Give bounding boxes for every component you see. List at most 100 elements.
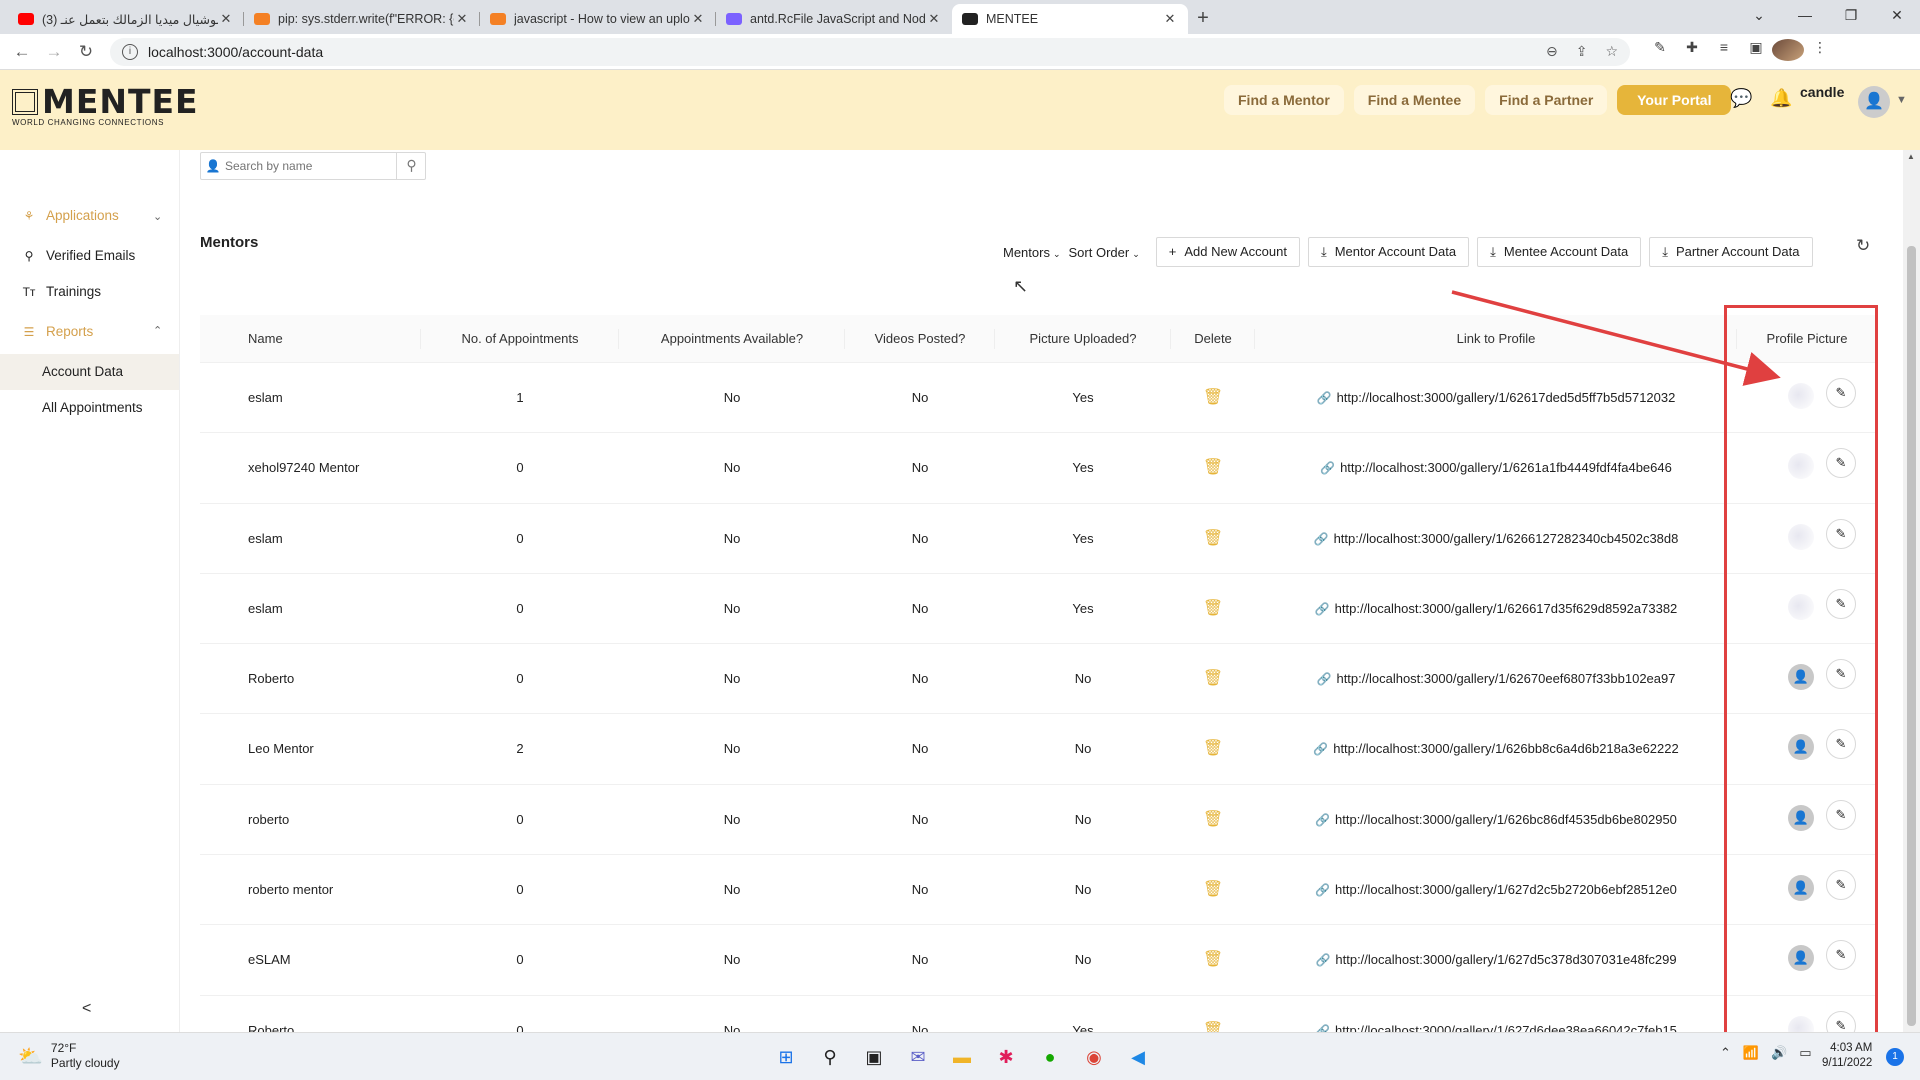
forward-icon[interactable]: →	[38, 42, 70, 62]
search-input[interactable]	[225, 159, 425, 173]
eyedropper-icon[interactable]: ✎	[1644, 39, 1676, 64]
profile-link[interactable]: http://localhost:3000/gallery/1/627d6dee…	[1335, 1023, 1677, 1032]
column-header-videos[interactable]: Videos Posted?	[846, 315, 994, 363]
browser-tab[interactable]: javascript - How to view an uplo ✕	[480, 4, 716, 34]
chevron-down-icon[interactable]: ⌄	[153, 210, 162, 223]
profile-link[interactable]: http://localhost:3000/gallery/1/627d2c5b…	[1335, 882, 1677, 897]
find-mentor-button[interactable]: Find a Mentor	[1224, 85, 1344, 115]
url-field[interactable]: i localhost:3000/account-data ⊖ ⇪ ☆	[110, 37, 1630, 66]
menu-icon[interactable]: ⋮	[1804, 39, 1836, 64]
mentee-logo[interactable]: MENTEE WORLD CHANGING CONNECTIONS	[12, 85, 199, 127]
bookmark-star-icon[interactable]: ☆	[1605, 43, 1618, 60]
slack-icon[interactable]: ✱	[990, 1041, 1022, 1073]
close-icon[interactable]: ✕	[690, 11, 706, 27]
mentee-account-data-button[interactable]: ⤓ Mentee Account Data	[1477, 237, 1642, 267]
battery-icon[interactable]: ▭	[1799, 1045, 1811, 1061]
collapse-sidebar-icon[interactable]: <	[82, 1000, 91, 1018]
delete-icon[interactable]: 🗑	[1203, 600, 1223, 617]
sort-order-dropdown[interactable]: Sort Order ⌄	[1069, 245, 1140, 260]
minimize-icon[interactable]: —	[1782, 0, 1828, 30]
delete-icon[interactable]: 🗑	[1203, 951, 1223, 968]
upwork-icon[interactable]: ●	[1034, 1041, 1066, 1073]
chrome-icon[interactable]: ◉	[1078, 1041, 1110, 1073]
search-icon[interactable]: ⚲	[814, 1041, 846, 1073]
delete-icon[interactable]: 🗑	[1203, 740, 1223, 757]
delete-icon[interactable]: 🗑	[1203, 459, 1223, 476]
sidebar-item-reports[interactable]: ☰ Reports	[22, 324, 94, 339]
refresh-icon[interactable]: ↻	[1856, 236, 1870, 256]
column-header-available[interactable]: Appointments Available?	[620, 315, 844, 363]
profile-avatar[interactable]	[1772, 39, 1804, 64]
delete-icon[interactable]: 🗑	[1203, 670, 1223, 687]
profile-link[interactable]: http://localhost:3000/gallery/1/626bc86d…	[1335, 812, 1677, 827]
partner-account-data-button[interactable]: ⤓ Partner Account Data	[1649, 237, 1813, 267]
mentor-account-data-button[interactable]: ⤓ Mentor Account Data	[1307, 237, 1470, 267]
sidebar-item-verified-emails[interactable]: ⚲ Verified Emails	[22, 248, 136, 263]
delete-icon[interactable]: 🗑	[1203, 1022, 1223, 1032]
close-icon[interactable]: ✕	[1162, 11, 1178, 27]
file-explorer-icon[interactable]: ▬	[946, 1041, 978, 1073]
extensions-icon[interactable]: ✚	[1676, 39, 1708, 64]
column-header-name[interactable]: Name	[200, 315, 380, 363]
close-icon[interactable]: ✕	[454, 11, 470, 27]
find-mentee-button[interactable]: Find a Mentee	[1353, 85, 1476, 115]
scrollbar-thumb[interactable]	[1907, 246, 1916, 1026]
sidepanel-icon[interactable]: ▣	[1740, 39, 1772, 64]
vscode-icon[interactable]: ◀	[1122, 1041, 1154, 1073]
task-view-icon[interactable]: ▣	[858, 1041, 890, 1073]
clock[interactable]: 4:03 AM 9/11/2022	[1822, 1041, 1872, 1071]
wifi-icon[interactable]: 📶	[1743, 1045, 1759, 1061]
zoom-icon[interactable]: ⊖	[1546, 43, 1558, 60]
chevron-up-icon[interactable]: ⌃	[1720, 1045, 1731, 1061]
sidebar-item-trainings[interactable]: Tт Trainings	[22, 284, 101, 299]
profile-link[interactable]: http://localhost:3000/gallery/1/62670eef…	[1336, 671, 1675, 686]
chevron-down-icon[interactable]: ▼	[1896, 94, 1907, 106]
sidebar-item-applications[interactable]: ⚘ Applications	[22, 208, 119, 223]
profile-link[interactable]: http://localhost:3000/gallery/1/62617ded…	[1337, 390, 1676, 405]
close-icon[interactable]: ✕	[218, 11, 234, 27]
user-avatar[interactable]: 👤	[1858, 86, 1890, 118]
teams-chat-icon[interactable]: ✉	[902, 1041, 934, 1073]
column-header-appointments[interactable]: No. of Appointments	[422, 315, 618, 363]
sidebar-item-all-appointments[interactable]: All Appointments	[0, 390, 179, 426]
browser-tab[interactable]: (3) سوشيال ميديا الزمالك بتعمل عنـ ✕	[8, 4, 244, 34]
delete-icon[interactable]: 🗑	[1203, 389, 1223, 406]
profile-link[interactable]: http://localhost:3000/gallery/1/6261a1fb…	[1340, 460, 1672, 475]
scroll-up-icon[interactable]: ▲	[1907, 152, 1915, 161]
search-button[interactable]: ⚲	[396, 152, 426, 180]
share-icon[interactable]: ⇪	[1576, 43, 1588, 60]
delete-icon[interactable]: 🗑	[1203, 811, 1223, 828]
browser-tab-active[interactable]: MENTEE ✕	[952, 4, 1188, 34]
role-filter-dropdown[interactable]: Mentors ⌄	[1003, 245, 1061, 260]
browser-tab[interactable]: pip: sys.stderr.write(f"ERROR: {ex ✕	[244, 4, 480, 34]
volume-icon[interactable]: 🔊	[1771, 1045, 1787, 1061]
add-new-account-button[interactable]: + Add New Account	[1155, 237, 1300, 267]
message-icon[interactable]: 💬	[1730, 88, 1752, 109]
column-header-picture-uploaded[interactable]: Picture Uploaded?	[996, 315, 1170, 363]
delete-icon[interactable]: 🗑	[1203, 881, 1223, 898]
back-icon[interactable]: ←	[6, 42, 38, 62]
browser-tab[interactable]: antd.RcFile JavaScript and Node.j ✕	[716, 4, 952, 34]
bell-icon[interactable]: 🔔	[1770, 88, 1792, 109]
find-partner-button[interactable]: Find a Partner	[1485, 85, 1608, 115]
page-scrollbar[interactable]: ▲	[1903, 150, 1920, 1032]
media-icon[interactable]: ≡	[1708, 39, 1740, 64]
sidebar-item-account-data[interactable]: Account Data	[0, 354, 179, 390]
profile-link[interactable]: http://localhost:3000/gallery/1/626617d3…	[1335, 601, 1678, 616]
notification-badge[interactable]: 1	[1886, 1048, 1904, 1066]
new-tab-button[interactable]: +	[1188, 4, 1218, 34]
profile-link[interactable]: http://localhost:3000/gallery/1/626bb8c6…	[1333, 741, 1679, 756]
windows-start-icon[interactable]: ⊞	[770, 1041, 802, 1073]
maximize-icon[interactable]: ❐	[1828, 0, 1874, 30]
weather-widget[interactable]: ⛅ 72°F Partly cloudy	[18, 1041, 120, 1071]
reload-icon[interactable]: ↻	[70, 42, 102, 62]
delete-icon[interactable]: 🗑	[1203, 530, 1223, 547]
username[interactable]: candle	[1800, 84, 1844, 100]
profile-link[interactable]: http://localhost:3000/gallery/1/627d5c37…	[1335, 952, 1676, 967]
your-portal-button[interactable]: Your Portal	[1617, 85, 1732, 115]
tab-search-icon[interactable]: ⌄	[1736, 0, 1782, 30]
close-icon[interactable]: ✕	[926, 11, 942, 27]
profile-link[interactable]: http://localhost:3000/gallery/1/62661272…	[1334, 531, 1679, 546]
site-info-icon[interactable]: i	[122, 43, 138, 60]
close-window-icon[interactable]: ✕	[1874, 0, 1920, 30]
